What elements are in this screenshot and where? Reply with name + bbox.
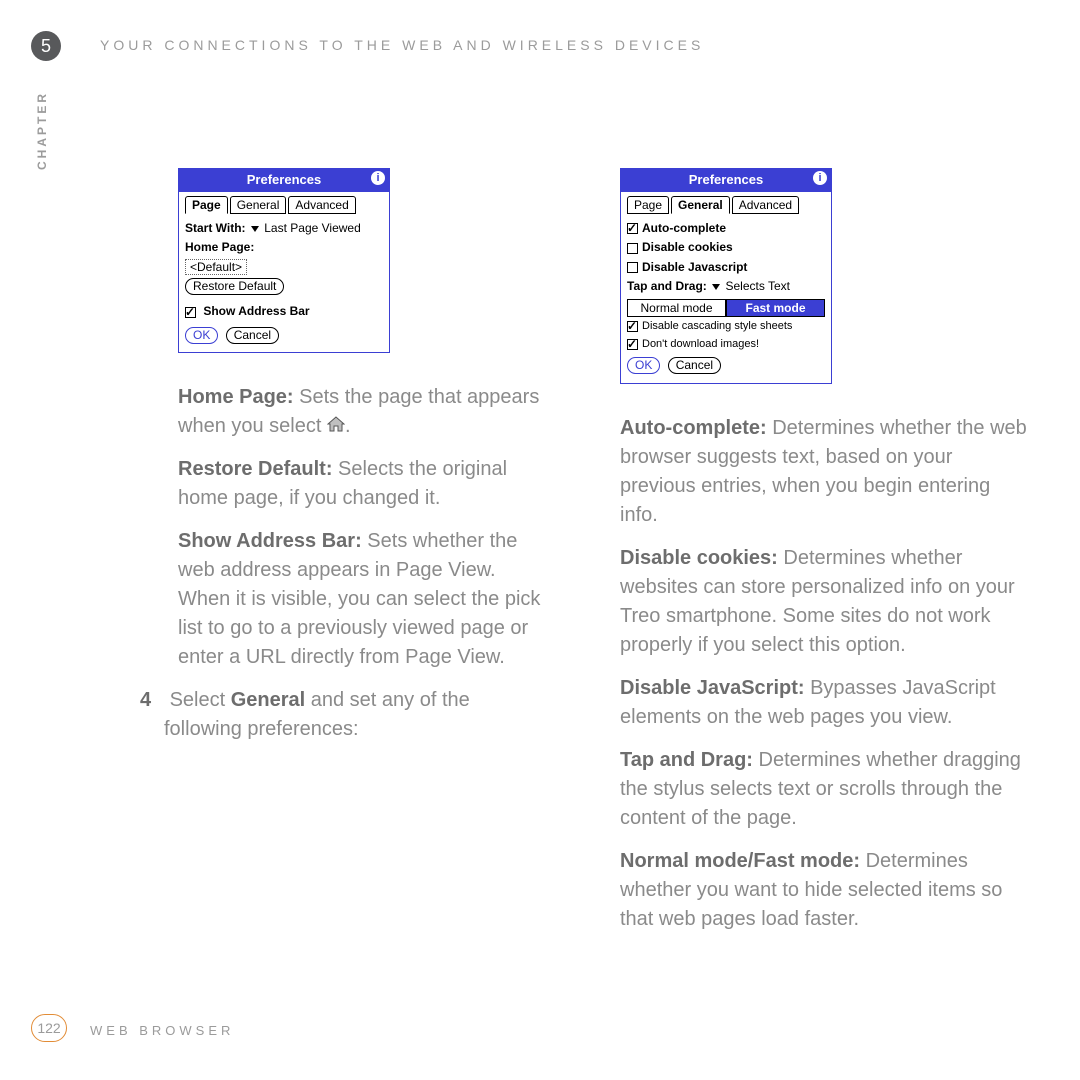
cancel-button[interactable]: Cancel [668,357,721,374]
cancel-button[interactable]: Cancel [226,327,279,344]
show-address-bar-label: Show Address Bar [203,304,309,318]
ok-button[interactable]: OK [627,357,660,374]
ok-button[interactable]: OK [185,327,218,344]
running-head: YOUR CONNECTIONS TO THE WEB AND WIRELESS… [100,37,704,53]
tap-drag-desc: Tap and Drag: Determines whether draggin… [620,746,1028,833]
dialog-tabs: Page General Advanced [185,196,383,214]
start-with-label: Start With: [185,221,246,235]
disable-cookies-desc: Disable cookies: Determines whether webs… [620,544,1028,660]
tab-general[interactable]: General [230,196,287,214]
start-with-value[interactable]: Last Page Viewed [264,221,361,235]
auto-complete-label: Auto-complete [642,221,726,235]
step-4: 4 Select General and set any of the foll… [140,686,548,744]
no-images-checkbox[interactable] [627,339,638,350]
preferences-dialog-general: Preferences i Page General Advanced Auto… [620,168,832,384]
step-number: 4 [140,686,164,715]
dropdown-icon[interactable] [251,226,259,232]
show-address-bar-checkbox[interactable] [185,307,196,318]
chapter-label-vertical: CHAPTER [35,91,49,170]
disable-cookies-label: Disable cookies [642,240,733,254]
footer-section: WEB BROWSER [90,1023,234,1038]
restore-default-desc: Restore Default: Selects the original ho… [178,455,548,513]
mode-desc: Normal mode/Fast mode: Determines whethe… [620,847,1028,934]
info-icon[interactable]: i [371,171,385,185]
manual-page: 5 YOUR CONNECTIONS TO THE WEB AND WIRELE… [0,0,1080,1080]
tap-drag-label: Tap and Drag: [627,279,707,293]
tab-advanced[interactable]: Advanced [732,196,799,214]
home-page-desc: Home Page: Sets the page that appears wh… [178,383,548,441]
restore-default-button[interactable]: Restore Default [185,278,284,295]
info-icon[interactable]: i [813,171,827,185]
disable-js-label: Disable Javascript [642,260,747,274]
mode-tabs: Normal mode Fast mode [627,299,825,317]
disable-js-desc: Disable JavaScript: Bypasses JavaScript … [620,674,1028,732]
right-column: Preferences i Page General Advanced Auto… [620,168,1028,948]
page-number: 122 [31,1014,67,1042]
dropdown-icon[interactable] [712,284,720,290]
tap-drag-value[interactable]: Selects Text [725,279,789,293]
normal-mode-tab[interactable]: Normal mode [627,299,726,317]
disable-css-label: Disable cascading style sheets [642,320,792,332]
home-page-field[interactable]: <Default> [185,259,247,275]
tab-page[interactable]: Page [185,196,228,214]
auto-complete-desc: Auto-complete: Determines whether the we… [620,414,1028,530]
chapter-number-badge: 5 [31,31,61,61]
dialog-title-text: Preferences [689,172,763,187]
home-page-label: Home Page: [185,239,383,256]
show-address-bar-desc: Show Address Bar: Sets whether the web a… [178,527,548,672]
auto-complete-checkbox[interactable] [627,223,638,234]
no-images-label: Don't download images! [642,338,759,350]
preferences-dialog-page: Preferences i Page General Advanced Star… [178,168,390,353]
fast-mode-tab[interactable]: Fast mode [726,299,825,317]
home-icon [327,412,345,441]
disable-css-checkbox[interactable] [627,321,638,332]
tab-advanced[interactable]: Advanced [288,196,355,214]
dialog-tabs: Page General Advanced [627,196,825,214]
dialog-title: Preferences i [621,169,831,192]
left-column: Preferences i Page General Advanced Star… [140,168,548,758]
disable-cookies-checkbox[interactable] [627,243,638,254]
tab-page[interactable]: Page [627,196,669,214]
dialog-title-text: Preferences [247,172,321,187]
disable-js-checkbox[interactable] [627,262,638,273]
dialog-title: Preferences i [179,169,389,192]
tab-general[interactable]: General [671,196,730,214]
